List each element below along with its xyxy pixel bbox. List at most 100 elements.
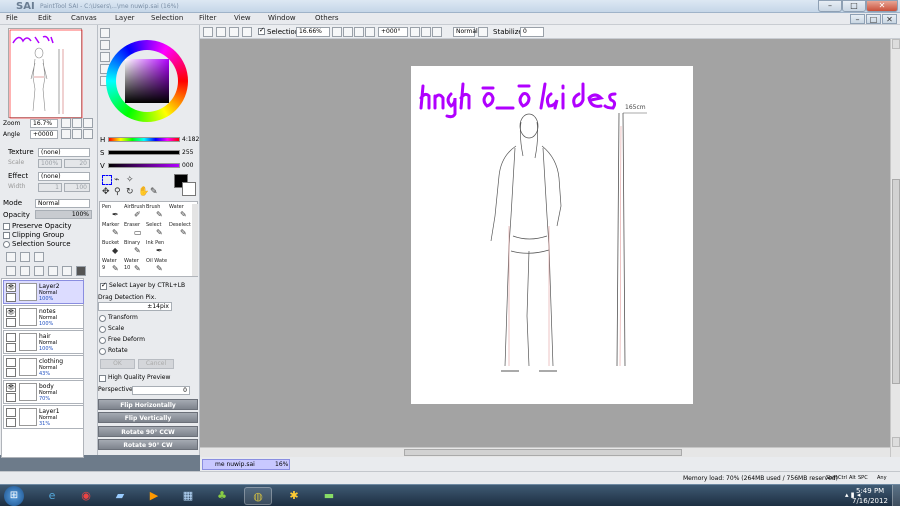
new-layer-icon[interactable]	[6, 252, 16, 262]
high-quality-preview-checkbox[interactable]	[99, 375, 106, 382]
menu-view[interactable]: View	[234, 14, 251, 22]
scale-radio[interactable]	[99, 326, 106, 333]
lasso-icon[interactable]: ⌁	[114, 175, 119, 185]
selection-view-icon[interactable]	[229, 27, 239, 37]
chrome-icon[interactable]: ◉	[72, 487, 100, 505]
eyedropper-icon[interactable]: ✎	[150, 187, 158, 197]
eye-hidden-icon[interactable]	[6, 408, 16, 417]
hue-slider[interactable]	[108, 137, 180, 142]
menu-canvas[interactable]: Canvas	[71, 14, 97, 22]
layer-item[interactable]: clothing Normal 43%	[3, 355, 84, 379]
photoshop-icon[interactable]: ✱	[280, 487, 308, 505]
rotate-reset-icon[interactable]	[432, 27, 442, 37]
flip-icon[interactable]	[478, 27, 488, 37]
invert-selection-icon[interactable]	[216, 27, 226, 37]
rotate-radio[interactable]	[99, 348, 106, 355]
scroll-up-icon[interactable]	[892, 39, 900, 49]
doc-minimize-button[interactable]: –	[850, 14, 865, 24]
new-folder-icon[interactable]	[34, 252, 44, 262]
close-button[interactable]: ✕	[866, 0, 898, 12]
selection-clear-icon[interactable]	[242, 27, 252, 37]
opacity-slider[interactable]: 100%	[35, 210, 92, 219]
value-slider[interactable]	[108, 163, 180, 168]
eye-icon[interactable]: 👁	[6, 308, 16, 317]
document-tab[interactable]: me nuwip.sai 16%	[202, 459, 290, 470]
zoom-field[interactable]: 16.66%	[296, 27, 330, 37]
nav-rotate-right-icon[interactable]	[72, 129, 82, 139]
zoom-fit-icon[interactable]	[365, 27, 375, 37]
sai-app-icon[interactable]: ◍	[244, 487, 272, 505]
nav-zoom-field[interactable]: 16.7%	[30, 119, 58, 128]
nav-rotate-left-icon[interactable]	[61, 129, 71, 139]
horizontal-scrollbar[interactable]	[200, 447, 890, 457]
layer-mask-icon[interactable]	[76, 266, 86, 276]
hand-icon[interactable]: ✋	[138, 187, 149, 197]
deselect-icon[interactable]	[203, 27, 213, 37]
network-icon[interactable]: ♣	[208, 487, 236, 505]
transfer-down-icon[interactable]	[34, 266, 44, 276]
maximize-button[interactable]: □	[842, 0, 866, 12]
eye-icon[interactable]: 👁	[6, 383, 16, 392]
tool-grid-scrollbar[interactable]	[192, 204, 198, 276]
cancel-button[interactable]: Cancel	[138, 359, 174, 369]
minimize-button[interactable]: –	[818, 0, 842, 12]
lock-slot-icon[interactable]	[6, 318, 16, 327]
perspective-field[interactable]: 0	[132, 386, 190, 395]
layer-item[interactable]: 👁 body Normal 70%	[3, 380, 84, 404]
layer-item[interactable]: hair Normal 100%	[3, 330, 84, 354]
nav-angle-field[interactable]: +0000	[30, 130, 58, 139]
horizontal-scroll-thumb[interactable]	[404, 449, 682, 456]
zoom-reset-icon[interactable]	[354, 27, 364, 37]
pen-icon[interactable]	[6, 293, 16, 302]
vertical-scrollbar[interactable]	[890, 39, 900, 457]
lock-slot-icon[interactable]	[6, 393, 16, 402]
menu-selection[interactable]: Selection	[151, 14, 183, 22]
selection-source-radio[interactable]	[3, 241, 10, 248]
zoom-icon[interactable]: ⚲	[114, 187, 121, 197]
angle-field[interactable]: +000°	[378, 27, 408, 37]
zoom-out-icon[interactable]	[332, 27, 342, 37]
canvas-area[interactable]: 165cm	[200, 39, 890, 447]
start-button[interactable]: ⊞	[4, 486, 24, 506]
rotate-right-icon[interactable]	[421, 27, 431, 37]
vertical-scroll-thumb[interactable]	[892, 179, 900, 384]
rotate-cw-button[interactable]: Rotate 90° CW	[98, 439, 198, 450]
lock-slot-icon[interactable]	[6, 418, 16, 427]
preserve-opacity-checkbox[interactable]	[3, 223, 10, 230]
hsv-slider-toggle-icon[interactable]	[100, 52, 110, 62]
secondary-color-swatch[interactable]	[182, 182, 196, 196]
flip-horizontally-button[interactable]: Flip Horizontally	[98, 399, 198, 410]
rotate-left-icon[interactable]	[410, 27, 420, 37]
eye-hidden-icon[interactable]	[6, 333, 16, 342]
canvas-page[interactable]: 165cm	[411, 66, 693, 404]
color-wheel-toggle-icon[interactable]	[100, 28, 110, 38]
color-wheel[interactable]	[106, 40, 188, 122]
layer-item[interactable]: Layer1 Normal 31%	[3, 405, 84, 429]
doc-close-button[interactable]: ✕	[882, 14, 897, 24]
menu-filter[interactable]: Filter	[199, 14, 216, 22]
notepad-icon[interactable]: ▰	[106, 487, 134, 505]
mode-dropdown[interactable]: Normal	[453, 27, 478, 37]
menu-others[interactable]: Others	[315, 14, 339, 22]
layer-item[interactable]: 👁 Layer2 Normal 100%	[3, 280, 84, 304]
magic-wand-icon[interactable]: ✧	[126, 175, 134, 185]
clipping-group-checkbox[interactable]	[3, 232, 10, 239]
saturation-slider[interactable]	[108, 150, 180, 155]
new-linework-layer-icon[interactable]	[20, 252, 30, 262]
stabilizer-dropdown[interactable]: 0	[520, 27, 544, 37]
ok-button[interactable]: OK	[100, 359, 135, 369]
paint-icon[interactable]: ▦	[174, 487, 202, 505]
copy-layer-icon[interactable]	[6, 266, 16, 276]
menu-window[interactable]: Window	[268, 14, 296, 22]
nav-zoom-reset-icon[interactable]	[83, 118, 93, 128]
media-player-icon[interactable]: ▶	[140, 487, 168, 505]
doc-restore-button[interactable]: □	[866, 14, 881, 24]
lock-slot-icon[interactable]	[6, 368, 16, 377]
messenger-icon[interactable]: ▬	[315, 487, 343, 505]
texture-dropdown[interactable]: (none)	[38, 148, 90, 157]
move-icon[interactable]: ✥	[102, 187, 110, 197]
transform-radio[interactable]	[99, 315, 106, 322]
rgb-slider-toggle-icon[interactable]	[100, 40, 110, 50]
drag-detection-field[interactable]: ±14pix	[98, 302, 172, 311]
menu-file[interactable]: File	[6, 14, 18, 22]
